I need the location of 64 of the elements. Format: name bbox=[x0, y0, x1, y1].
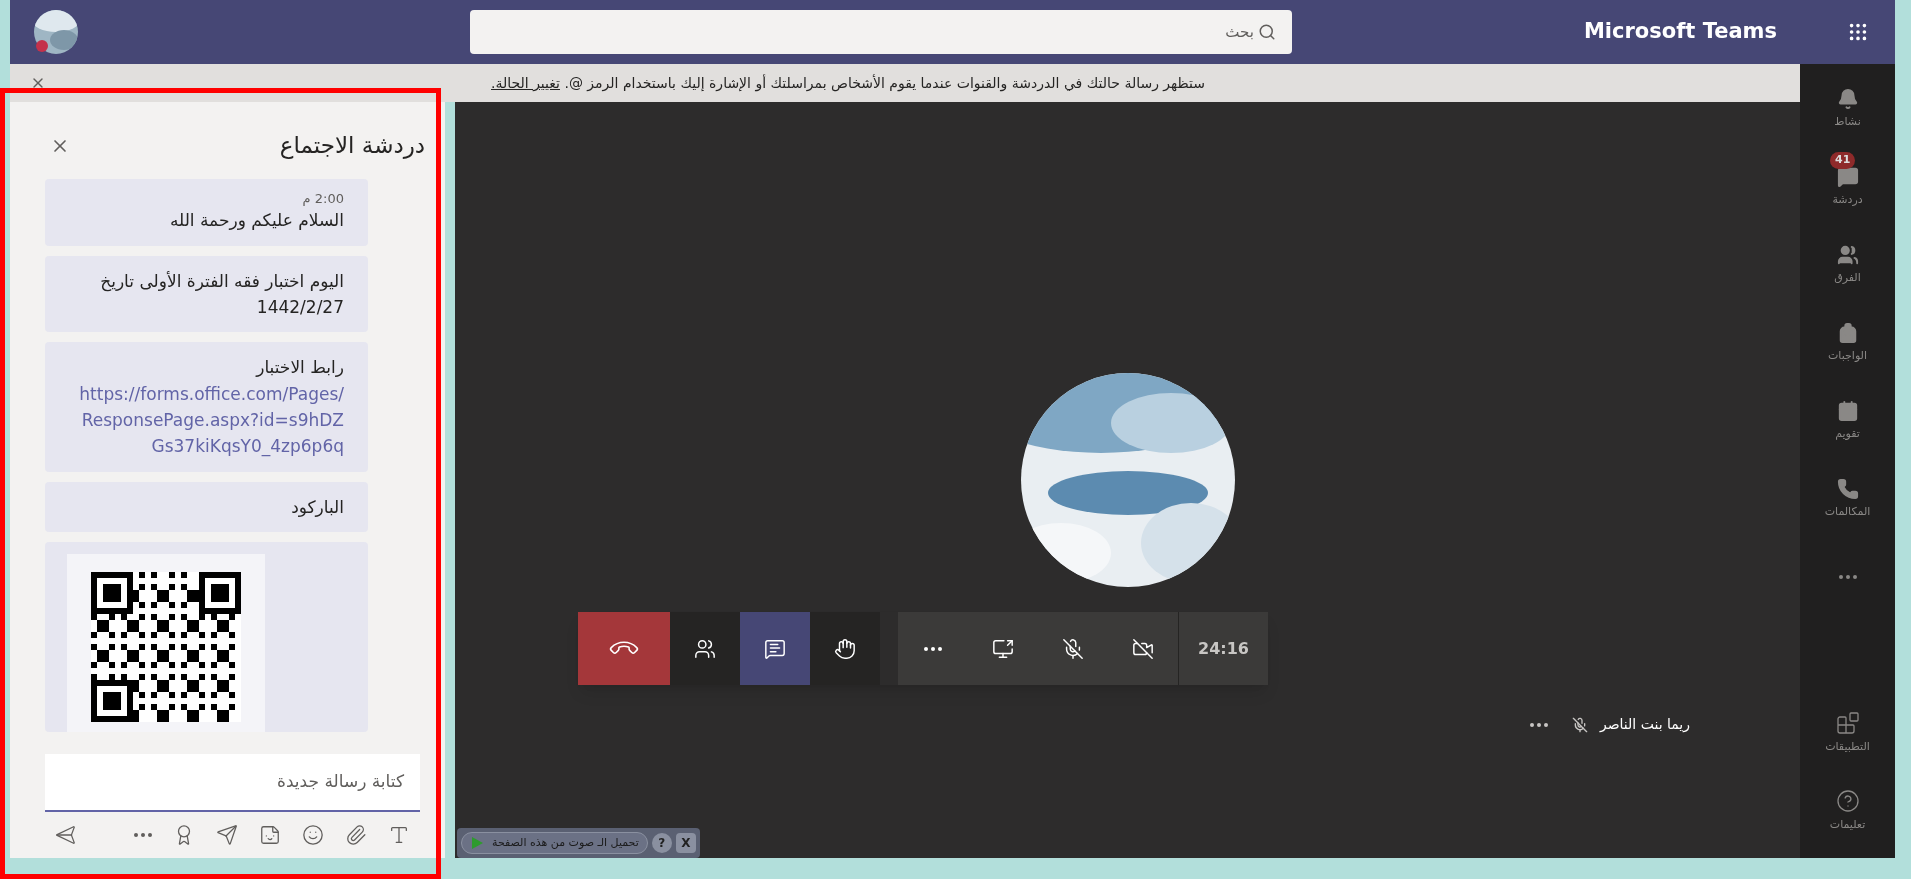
call-timer: 24:16 bbox=[1178, 612, 1268, 685]
share-screen-icon bbox=[992, 637, 1014, 660]
phone-icon bbox=[1836, 477, 1859, 500]
rail-label: الواجبات bbox=[1828, 347, 1867, 364]
apps-icon bbox=[1835, 710, 1860, 735]
change-status-link[interactable]: تغيير الحالة. bbox=[491, 75, 560, 91]
more-icon bbox=[1838, 575, 1857, 579]
search-field[interactable]: بحث bbox=[469, 10, 1292, 54]
paperclip-icon[interactable] bbox=[345, 824, 367, 846]
message-time: 2:00 م bbox=[301, 191, 344, 208]
mic-off-icon bbox=[1062, 637, 1084, 660]
chat-button[interactable] bbox=[740, 612, 810, 685]
hand-icon bbox=[834, 637, 856, 660]
format-icon[interactable] bbox=[388, 824, 410, 846]
sticker-icon[interactable] bbox=[259, 824, 281, 846]
people-icon bbox=[694, 637, 716, 660]
plugin-play-button[interactable]: تحميل الـ صوت من هذه الصفحة bbox=[461, 832, 648, 854]
message-text: السلام عليكم ورحمة الله bbox=[168, 209, 344, 233]
plugin-close-button[interactable]: X bbox=[675, 833, 696, 853]
bell-icon bbox=[1836, 87, 1859, 110]
search-icon bbox=[1257, 23, 1276, 41]
rail-label: التطبيقات bbox=[1825, 738, 1870, 755]
rail-label: تقويم bbox=[1835, 425, 1860, 442]
rail-label: دردشة bbox=[1832, 191, 1863, 208]
rail-item[interactable]: الواجبات bbox=[1800, 304, 1895, 382]
more-icon[interactable] bbox=[134, 833, 152, 837]
message-text: رابط الاختبار bbox=[254, 356, 344, 380]
message-text: الباركود bbox=[290, 495, 344, 519]
smiley-icon[interactable] bbox=[302, 824, 324, 846]
arrow-icon[interactable] bbox=[216, 824, 238, 846]
rail-item[interactable]: الفرق bbox=[1800, 226, 1895, 304]
participant-name: ريما بنت الناصر bbox=[1599, 715, 1690, 735]
participants-button[interactable] bbox=[670, 612, 740, 685]
chat-icon bbox=[1836, 165, 1859, 188]
more-icon bbox=[924, 646, 942, 651]
panel-title: دردشة الاجتماع bbox=[279, 131, 425, 161]
send-icon[interactable] bbox=[55, 824, 77, 846]
rail-item[interactable]: نشاط bbox=[1800, 70, 1895, 148]
rail-label: نشاط bbox=[1834, 113, 1861, 130]
camera-button[interactable] bbox=[1108, 612, 1178, 685]
rail-item[interactable]: التطبيقات bbox=[1800, 694, 1895, 772]
rail-label: الفرق bbox=[1834, 269, 1861, 286]
notification-badge: 41 bbox=[1830, 152, 1856, 169]
rail-item[interactable]: تقويم bbox=[1800, 382, 1895, 460]
raise-hand-button[interactable] bbox=[810, 612, 880, 685]
app-title: Microsoft Teams bbox=[1583, 18, 1777, 46]
search-placeholder: بحث bbox=[1225, 21, 1254, 43]
message-link[interactable]: https://forms.office.com/Pages/ResponsePage.aspx?id=s9hDZGs37kiKqsY0_4zp6p6q bbox=[69, 380, 344, 460]
people-icon bbox=[1836, 243, 1859, 266]
rail-item[interactable]: المكالمات bbox=[1800, 460, 1895, 538]
app-launcher-icon[interactable] bbox=[1847, 21, 1869, 43]
chat-icon bbox=[764, 637, 786, 660]
help-icon bbox=[1835, 788, 1860, 813]
rail-item[interactable]: تعليمات bbox=[1800, 772, 1895, 850]
rail-label: المكالمات bbox=[1824, 503, 1871, 520]
compose-field[interactable]: كتابة رسالة جديدة bbox=[45, 754, 420, 812]
more-icon[interactable] bbox=[1529, 722, 1548, 727]
calendar-icon bbox=[1836, 399, 1859, 422]
plugin-help-button[interactable]: ? bbox=[651, 833, 672, 853]
message-text: اليوم اختبار فقه الفترة الأولى تاريخ 1442/2/27 bbox=[99, 269, 344, 319]
rail-label: تعليمات bbox=[1829, 816, 1866, 833]
camera-off-icon bbox=[1132, 637, 1154, 660]
play-icon bbox=[470, 836, 484, 850]
notice-text: ستظهر رسالة حالتك في الدردشة والقنوات عندما يقوم الأشخاص بمراسلتك أو الإشارة إليك باستخدام الرمز @. تغيير الحالة. bbox=[491, 75, 1205, 91]
